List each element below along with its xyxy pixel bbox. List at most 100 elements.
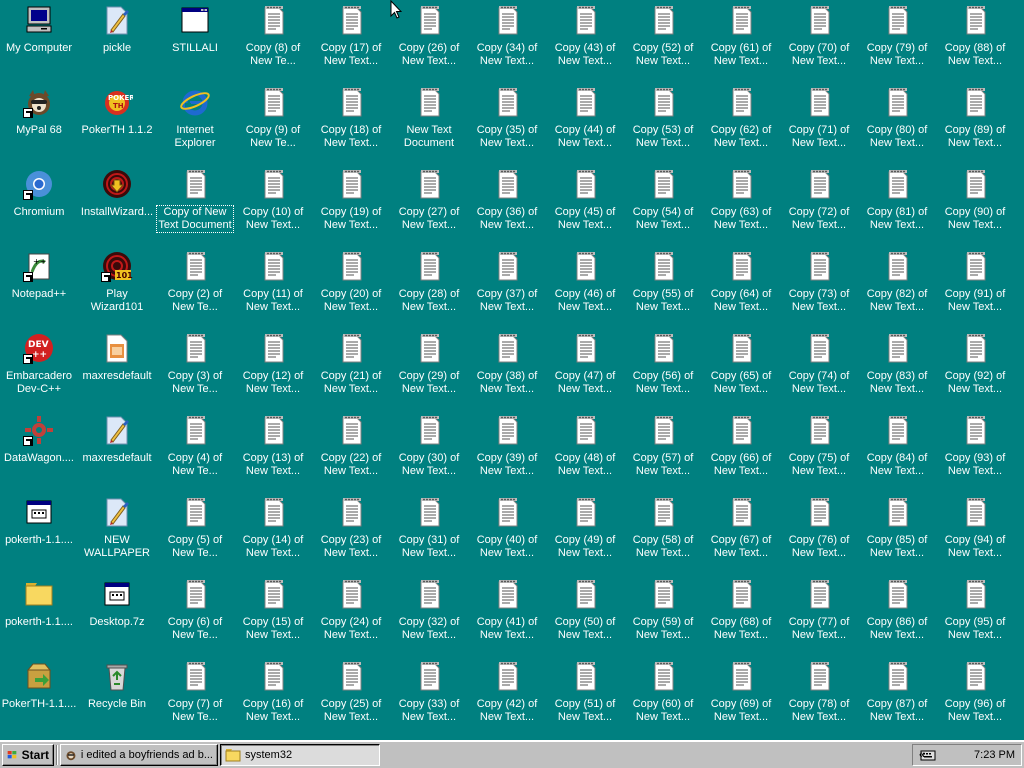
desktop-icon[interactable]: Copy (57) of New Text... [624, 412, 702, 492]
desktop-icon[interactable]: Copy (15) of New Text... [234, 576, 312, 656]
desktop-icon[interactable]: pokerth-1.1.... [0, 576, 78, 656]
desktop-icon[interactable]: Copy (93) of New Text... [936, 412, 1014, 492]
desktop-icon[interactable]: Copy (92) of New Text... [936, 330, 1014, 410]
desktop-icon[interactable]: Copy (60) of New Text... [624, 658, 702, 738]
desktop-icon[interactable]: Copy (48) of New Text... [546, 412, 624, 492]
desktop-icon[interactable]: Copy (32) of New Text... [390, 576, 468, 656]
desktop-icon[interactable]: Internet Explorer [156, 84, 234, 164]
desktop-icon[interactable]: Copy (65) of New Text... [702, 330, 780, 410]
tray-expand-button[interactable]: « [919, 749, 925, 761]
desktop-icon[interactable]: Copy (55) of New Text... [624, 248, 702, 328]
desktop-icon[interactable]: Copy (81) of New Text... [858, 166, 936, 246]
desktop-icon[interactable]: Copy (34) of New Text... [468, 2, 546, 82]
desktop-icon[interactable]: Copy (71) of New Text... [780, 84, 858, 164]
clock[interactable]: 7:23 PM [974, 749, 1015, 761]
desktop-icon[interactable]: Copy (61) of New Text... [702, 2, 780, 82]
desktop-icon[interactable]: Copy (52) of New Text... [624, 2, 702, 82]
desktop-icon[interactable]: maxresdefault [78, 412, 156, 492]
desktop-icon[interactable]: Copy (45) of New Text... [546, 166, 624, 246]
desktop-icon[interactable]: Copy (76) of New Text... [780, 494, 858, 574]
desktop-icon[interactable]: Copy (79) of New Text... [858, 2, 936, 82]
desktop-icon[interactable]: Copy (43) of New Text... [546, 2, 624, 82]
desktop-icon[interactable]: Copy (75) of New Text... [780, 412, 858, 492]
desktop-icon[interactable]: Copy (13) of New Text... [234, 412, 312, 492]
desktop-icon[interactable]: Copy (64) of New Text... [702, 248, 780, 328]
desktop-icon[interactable]: Copy (95) of New Text... [936, 576, 1014, 656]
desktop-icon[interactable]: Copy (84) of New Text... [858, 412, 936, 492]
desktop-icon[interactable]: Copy (8) of New Te... [234, 2, 312, 82]
desktop-icon[interactable]: Copy (36) of New Text... [468, 166, 546, 246]
desktop-icon[interactable]: Copy (56) of New Text... [624, 330, 702, 410]
desktop-icon[interactable]: New Text Document [390, 84, 468, 164]
desktop-icon[interactable]: Copy (40) of New Text... [468, 494, 546, 574]
desktop-icon[interactable]: Copy (22) of New Text... [312, 412, 390, 492]
desktop-icon[interactable]: Copy (85) of New Text... [858, 494, 936, 574]
desktop-icon[interactable]: Copy (28) of New Text... [390, 248, 468, 328]
desktop-icon[interactable]: My Computer [0, 2, 78, 82]
desktop-icon[interactable]: Copy (6) of New Te... [156, 576, 234, 656]
desktop-icon[interactable]: Copy (37) of New Text... [468, 248, 546, 328]
desktop[interactable]: My Computer MyPal 68 Chromium ++ Notepad++ DE… [0, 0, 1024, 740]
desktop-icon[interactable]: DataWagon.... [0, 412, 78, 492]
desktop-icon[interactable]: Desktop.7z [78, 576, 156, 656]
desktop-icon[interactable]: Copy (12) of New Text... [234, 330, 312, 410]
desktop-icon[interactable]: Copy (14) of New Text... [234, 494, 312, 574]
desktop-icon[interactable]: Copy (31) of New Text... [390, 494, 468, 574]
desktop-icon[interactable]: STILLALI [156, 2, 234, 82]
desktop-icon[interactable]: Copy (74) of New Text... [780, 330, 858, 410]
desktop-icon[interactable]: Copy (91) of New Text... [936, 248, 1014, 328]
desktop-icon[interactable]: Copy (17) of New Text... [312, 2, 390, 82]
desktop-icon[interactable]: Copy (46) of New Text... [546, 248, 624, 328]
desktop-icon[interactable]: Copy (30) of New Text... [390, 412, 468, 492]
desktop-icon[interactable]: POKER TH PokerTH 1.1.2 [78, 84, 156, 164]
desktop-icon[interactable]: Copy (62) of New Text... [702, 84, 780, 164]
desktop-icon[interactable]: Copy (54) of New Text... [624, 166, 702, 246]
desktop-icon[interactable]: DEV ++ Embarcadero Dev-C++ [0, 330, 78, 410]
desktop-icon[interactable]: Copy (68) of New Text... [702, 576, 780, 656]
desktop-icon[interactable]: pokerth-1.1.... [0, 494, 78, 574]
desktop-icon[interactable]: Copy (11) of New Text... [234, 248, 312, 328]
desktop-icon[interactable]: Copy of New Text Document [156, 166, 234, 246]
desktop-icon[interactable]: Chromium [0, 166, 78, 246]
desktop-icon[interactable]: Copy (4) of New Te... [156, 412, 234, 492]
desktop-icon[interactable]: Copy (24) of New Text... [312, 576, 390, 656]
desktop-icon[interactable]: Copy (94) of New Text... [936, 494, 1014, 574]
desktop-icon[interactable]: Copy (33) of New Text... [390, 658, 468, 738]
desktop-icon[interactable]: Copy (38) of New Text... [468, 330, 546, 410]
desktop-icon[interactable]: Copy (51) of New Text... [546, 658, 624, 738]
desktop-icon[interactable]: Copy (53) of New Text... [624, 84, 702, 164]
desktop-icon[interactable]: Copy (18) of New Text... [312, 84, 390, 164]
desktop-icon[interactable]: Copy (59) of New Text... [624, 576, 702, 656]
desktop-icon[interactable]: NEW WALLPAPER [78, 494, 156, 574]
desktop-icon[interactable]: Copy (7) of New Te... [156, 658, 234, 738]
desktop-icon[interactable]: Copy (5) of New Te... [156, 494, 234, 574]
desktop-icon[interactable]: Copy (47) of New Text... [546, 330, 624, 410]
desktop-icon[interactable]: maxresdefault [78, 330, 156, 410]
desktop-icon[interactable]: Copy (41) of New Text... [468, 576, 546, 656]
desktop-icon[interactable]: Copy (25) of New Text... [312, 658, 390, 738]
desktop-icon[interactable]: Copy (16) of New Text... [234, 658, 312, 738]
desktop-icon[interactable]: Copy (83) of New Text... [858, 330, 936, 410]
desktop-icon[interactable]: Copy (35) of New Text... [468, 84, 546, 164]
task-button-system32[interactable]: system32 [220, 744, 380, 766]
desktop-icon[interactable]: Copy (67) of New Text... [702, 494, 780, 574]
desktop-icon[interactable]: Copy (42) of New Text... [468, 658, 546, 738]
desktop-icon[interactable]: Copy (77) of New Text... [780, 576, 858, 656]
desktop-icon[interactable]: 101 Play Wizard101 [78, 248, 156, 328]
desktop-icon[interactable]: Copy (78) of New Text... [780, 658, 858, 738]
desktop-icon[interactable]: Copy (29) of New Text... [390, 330, 468, 410]
desktop-icon[interactable]: Copy (87) of New Text... [858, 658, 936, 738]
desktop-icon[interactable]: Recycle Bin [78, 658, 156, 738]
desktop-icon[interactable]: Copy (88) of New Text... [936, 2, 1014, 82]
start-button[interactable]: Start [2, 744, 54, 766]
desktop-icon[interactable]: Copy (9) of New Te... [234, 84, 312, 164]
desktop-icon[interactable]: Copy (66) of New Text... [702, 412, 780, 492]
desktop-icon[interactable]: ++ Notepad++ [0, 248, 78, 328]
desktop-icon[interactable]: Copy (72) of New Text... [780, 166, 858, 246]
desktop-icon[interactable]: Copy (80) of New Text... [858, 84, 936, 164]
desktop-icon[interactable]: MyPal 68 [0, 84, 78, 164]
desktop-icon[interactable]: Copy (63) of New Text... [702, 166, 780, 246]
desktop-icon[interactable]: Copy (44) of New Text... [546, 84, 624, 164]
desktop-icon[interactable]: Copy (3) of New Te... [156, 330, 234, 410]
desktop-icon[interactable]: Copy (73) of New Text... [780, 248, 858, 328]
